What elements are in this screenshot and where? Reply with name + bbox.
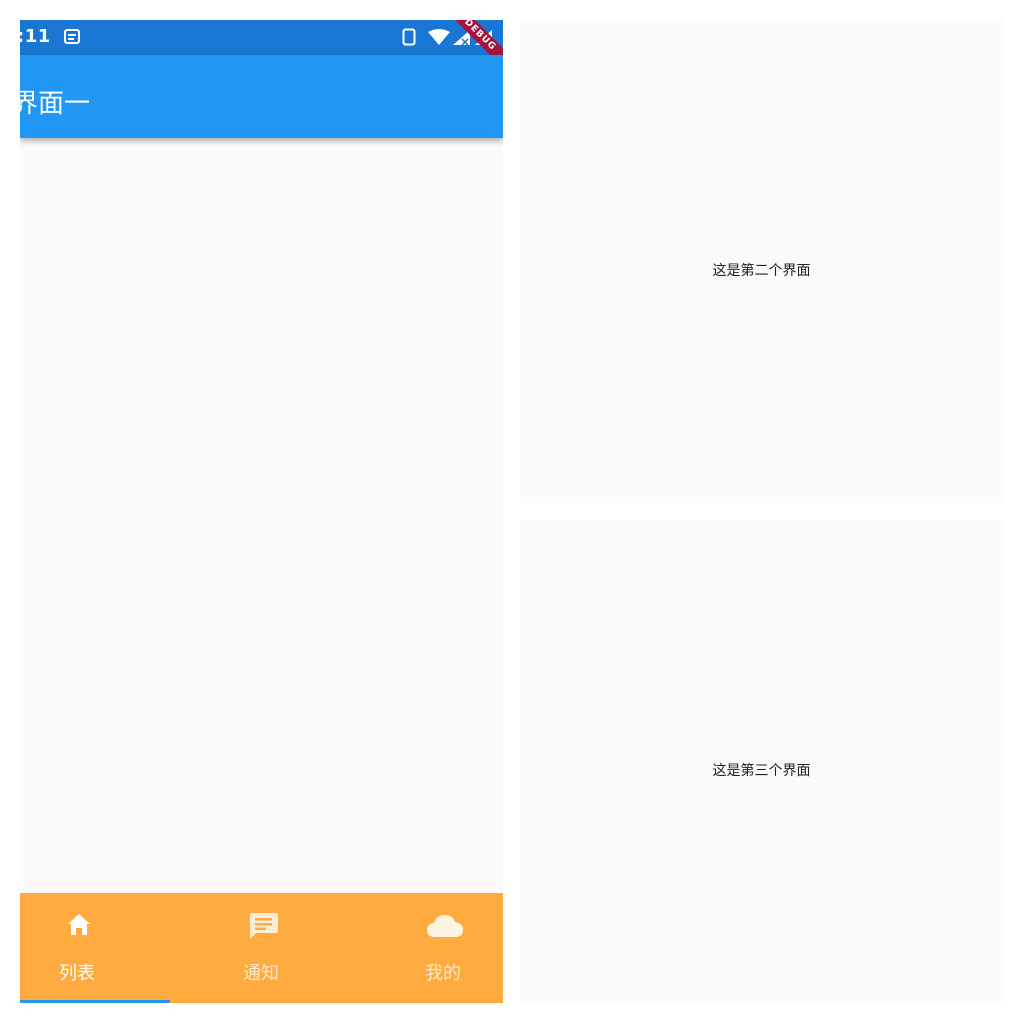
nav-label-notifications: 通知 (243, 963, 279, 984)
screen-three: 这是第三个界面 (520, 520, 1003, 1003)
nav-item-notifications[interactable]: 通知 (181, 893, 342, 1003)
nav-label-list: 列表 (59, 963, 95, 984)
nav-label-mine: 我的 (425, 963, 461, 984)
wifi-icon (428, 29, 450, 45)
page-title: 界面一 (20, 89, 91, 119)
app-bar: 界面一 (20, 55, 503, 138)
home-icon (68, 914, 90, 935)
screen-two-text: 这是第二个界面 (712, 263, 811, 279)
screen-one-body (20, 138, 503, 893)
nav-active-indicator (20, 1000, 170, 1003)
status-bar: :11 DEBUG (20, 20, 503, 79)
phone-icon (402, 28, 416, 46)
nav-item-list[interactable]: 列表 (20, 893, 181, 1003)
screen-two: 这是第二个界面 (520, 20, 1003, 503)
screen-one: :11 DEBUG 界面一 列表 通知 我的 (20, 20, 503, 1003)
canvas: :11 DEBUG 界面一 列表 通知 我的 这是第二个界面 这是第三个界面 (0, 0, 1024, 1024)
cloud-icon (427, 915, 463, 937)
nav-item-mine[interactable]: 我的 (342, 893, 503, 1003)
message-icon (250, 913, 278, 939)
bottom-navigation: 列表 通知 我的 (20, 893, 503, 1003)
status-time: :11 (20, 26, 51, 47)
screen-three-text: 这是第三个界面 (712, 763, 811, 779)
notification-icon (64, 29, 80, 44)
